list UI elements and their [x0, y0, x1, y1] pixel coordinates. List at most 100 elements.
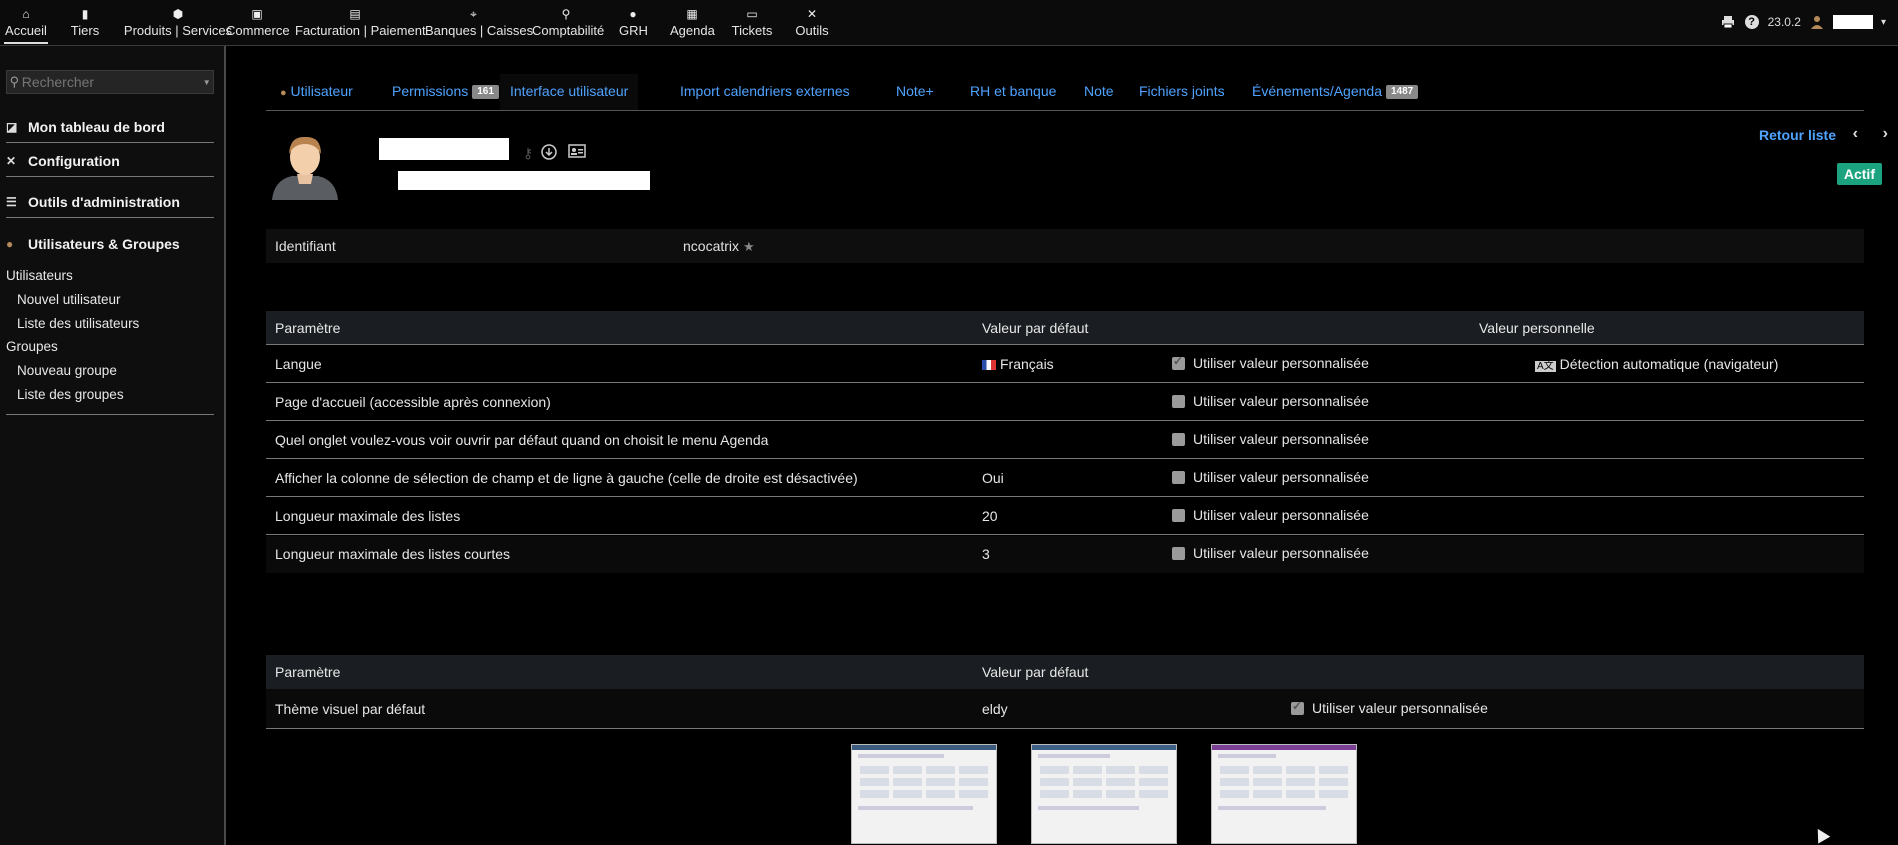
back-to-list-link[interactable]: Retour liste	[1759, 127, 1836, 143]
param-personal-value[interactable]: Détection automatique (navigateur)	[1560, 356, 1779, 372]
sidebar-link-utilisateurs[interactable]: Utilisateurs	[6, 268, 73, 283]
custom-value-checkbox[interactable]: Utiliser valeur personnalisée	[1172, 469, 1369, 485]
star-icon[interactable]: ★	[743, 239, 755, 254]
file-invoice-icon: ▤	[349, 7, 361, 21]
sidebar-mon-tableau-de-bord[interactable]: ◪ Mon tableau de bord	[6, 111, 214, 143]
menu-label: Produits | Services	[123, 23, 233, 38]
search-input[interactable]	[21, 74, 203, 90]
menu-outils[interactable]: ✕ Outils	[795, 6, 829, 44]
french-flag-icon	[982, 360, 996, 371]
dropdown-arrow-icon[interactable]: ▼	[203, 78, 213, 87]
custom-value-label: Utiliser valeur personnalisée	[1312, 700, 1488, 716]
vcard-icon[interactable]	[567, 144, 587, 162]
checkbox[interactable]	[1172, 470, 1185, 484]
table-row: Langue Français Utiliser valeur personna…	[266, 346, 1864, 383]
menu-produits-services[interactable]: ⬢ Produits | Services	[118, 6, 238, 44]
tab-label: Fichiers joints	[1139, 83, 1225, 99]
checkbox[interactable]	[1291, 699, 1304, 715]
sidebar-link-liste-utilisateurs[interactable]: Liste des utilisateurs	[17, 316, 139, 331]
param-default: Français	[982, 356, 1054, 372]
sidebar-configuration[interactable]: ✕ Configuration	[6, 145, 214, 177]
sidebar-link-nouveau-groupe[interactable]: Nouveau groupe	[17, 363, 117, 378]
tab-rh-et-banque[interactable]: RH et banque	[970, 74, 1056, 110]
checkbox[interactable]	[1172, 546, 1185, 560]
previous-arrow-icon[interactable]: ‹	[1853, 125, 1858, 143]
sidebar-section-label: Mon tableau de bord	[28, 118, 165, 135]
tab-fichiers-joints[interactable]: Fichiers joints	[1139, 74, 1225, 110]
theme-thumbnail-md[interactable]	[1031, 744, 1177, 844]
building-icon: ▮	[81, 7, 89, 21]
header-parametre: Paramètre	[275, 664, 341, 680]
search-icon: ⚲	[9, 74, 20, 89]
chevron-down-icon[interactable]: ▾	[1881, 17, 1886, 28]
menu-tiers[interactable]: ▮ Tiers	[68, 6, 102, 44]
menu-facturation-paiement[interactable]: ▤ Facturation | Paiement	[295, 6, 426, 44]
checkbox[interactable]	[1172, 394, 1185, 408]
ticket-icon: ▭	[746, 7, 758, 21]
sidebar-link-groupes[interactable]: Groupes	[6, 339, 58, 354]
tab-evenements-agenda[interactable]: Événements/Agenda 1487	[1252, 74, 1419, 110]
sidebar-section-label: Configuration	[28, 152, 120, 169]
tab-interface-utilisateur[interactable]: Interface utilisateur	[500, 74, 639, 110]
param-personal: A文 Détection automatique (navigateur)	[1535, 356, 1778, 372]
tab-bar: ● Utilisateur Permissions 161 Interface u…	[266, 74, 1866, 110]
param-name: Thème visuel par défaut	[275, 701, 426, 717]
menu-banques-caisses[interactable]: ⌖ Banques | Caisses	[425, 6, 534, 44]
custom-value-label: Utiliser valeur personnalisée	[1193, 393, 1369, 409]
menu-label: Banques | Caisses	[425, 23, 534, 38]
key-icon[interactable]: ⚷	[519, 144, 537, 162]
sidebar-link-liste-groupes[interactable]: Liste des groupes	[17, 387, 124, 402]
menu-accueil[interactable]: ⌂ Accueil	[4, 6, 48, 44]
param-default: 3	[982, 546, 990, 562]
custom-value-checkbox[interactable]: Utiliser valeur personnalisée	[1291, 699, 1488, 716]
tab-import-calendriers[interactable]: Import calendriers externes	[680, 74, 850, 110]
tab-note-plus[interactable]: Note+	[896, 74, 934, 110]
menu-label: Tiers	[70, 23, 100, 38]
custom-value-checkbox[interactable]: Utiliser valeur personnalisée	[1172, 545, 1369, 561]
tab-permissions[interactable]: Permissions 161	[392, 74, 499, 110]
sidebar-outils-administration[interactable]: ☰ Outils d'administration	[6, 186, 214, 218]
user-name-redacted	[379, 138, 509, 160]
calendar-icon: ▦	[686, 7, 698, 21]
table-row: Longueur maximale des listes courtes 3 U…	[266, 536, 1864, 573]
user-icon: ●	[6, 237, 14, 251]
sidebar-link-nouvel-utilisateur[interactable]: Nouvel utilisateur	[17, 292, 121, 307]
tab-utilisateur[interactable]: ● Utilisateur	[266, 74, 353, 110]
tab-label: Permissions	[392, 83, 469, 99]
param-default-value: Français	[1000, 356, 1054, 372]
server-icon: ☰	[6, 194, 17, 209]
sidebar-section-label: Outils d'administration	[28, 193, 180, 210]
custom-value-checkbox[interactable]: Utiliser valeur personnalisée	[1172, 354, 1369, 371]
custom-value-label: Utiliser valeur personnalisée	[1193, 469, 1369, 485]
search-box[interactable]: ⚲ ▼	[6, 70, 214, 94]
avatar[interactable]	[270, 130, 340, 200]
custom-value-checkbox[interactable]: Utiliser valeur personnalisée	[1172, 507, 1369, 523]
table-header: Paramètre Valeur par défaut Valeur perso…	[266, 311, 1864, 345]
table-row: Page d'accueil (accessible après connexi…	[266, 384, 1864, 421]
user-name-redacted[interactable]	[1832, 15, 1873, 29]
custom-value-checkbox[interactable]: Utiliser valeur personnalisée	[1172, 393, 1369, 409]
download-icon[interactable]	[540, 144, 558, 162]
next-arrow-icon[interactable]: ›	[1883, 125, 1888, 143]
status-badge: Actif	[1836, 163, 1882, 185]
menu-grh[interactable]: ● GRH	[619, 6, 648, 44]
tab-note[interactable]: Note	[1084, 74, 1114, 110]
menu-tickets[interactable]: ▭ Tickets	[730, 6, 774, 44]
help-icon[interactable]: ?	[1744, 14, 1760, 30]
theme-thumbnail-purple[interactable]	[1211, 744, 1357, 844]
checkbox[interactable]	[1172, 432, 1185, 446]
custom-value-checkbox[interactable]: Utiliser valeur personnalisée	[1172, 431, 1369, 447]
print-icon[interactable]	[1720, 14, 1736, 30]
main-content: ● Utilisateur Permissions 161 Interface u…	[228, 46, 1898, 845]
checkbox[interactable]	[1172, 354, 1185, 370]
param-default: eldy	[982, 701, 1008, 717]
user-email-redacted	[398, 171, 650, 190]
user-icon[interactable]	[1809, 14, 1825, 30]
sidebar-utilisateurs-groupes[interactable]: ● Utilisateurs & Groupes	[6, 228, 214, 260]
checkbox[interactable]	[1172, 508, 1185, 522]
menu-comptabilite[interactable]: ⚲ Comptabilité	[532, 6, 604, 44]
header-parametre: Paramètre	[275, 320, 341, 336]
theme-thumbnail-eldy[interactable]	[851, 744, 997, 844]
menu-agenda[interactable]: ▦ Agenda	[670, 6, 715, 44]
menu-commerce[interactable]: ▣ Commerce	[226, 6, 290, 44]
